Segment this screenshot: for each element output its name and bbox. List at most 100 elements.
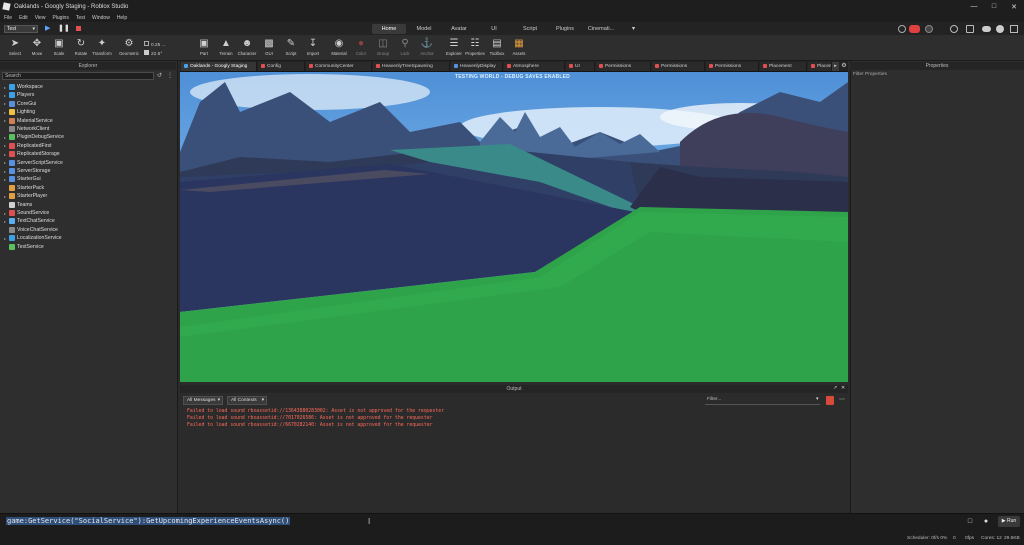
explorer-item-starterpack[interactable]: StarterPack bbox=[4, 184, 44, 192]
explorer-item-coregui[interactable]: ▸ CoreGui bbox=[4, 100, 36, 108]
record-icon[interactable] bbox=[909, 25, 920, 33]
tool-anchor-button[interactable]: ⚓ Anchor bbox=[416, 38, 438, 60]
menu-view[interactable]: View bbox=[35, 15, 46, 21]
explorer-item-voicechatservice[interactable]: VoiceChatService bbox=[4, 226, 58, 234]
tab-avatar[interactable]: Avatar bbox=[445, 24, 473, 34]
tool-explorer-button[interactable]: ☰ Explorer bbox=[443, 38, 465, 60]
explorer-menu-icon[interactable]: ⋮ bbox=[167, 72, 173, 79]
explorer-item-soundservice[interactable]: ▸ SoundService bbox=[4, 209, 49, 217]
tool-select-button[interactable]: ➤ Select bbox=[4, 38, 26, 60]
explorer-search-input[interactable]: Search bbox=[2, 72, 154, 80]
doc-tab[interactable]: Placement bbox=[760, 62, 807, 71]
explorer-item-players[interactable]: ▸ Players bbox=[4, 91, 34, 99]
tool-color-button[interactable]: ● Color bbox=[350, 38, 372, 60]
close-icon[interactable]: ✕ bbox=[1004, 0, 1024, 13]
tab-cinematic[interactable]: Cinemati... bbox=[585, 24, 617, 34]
maximize-icon[interactable]: □ bbox=[984, 0, 1004, 13]
tabs-overflow-icon[interactable]: ▸ bbox=[832, 62, 839, 71]
explorer-item-localizationservice[interactable]: ▸ LocalizationService bbox=[4, 234, 62, 242]
properties-filter-input[interactable]: Filter Properties bbox=[853, 72, 887, 77]
menu-window[interactable]: Window bbox=[92, 15, 110, 21]
contexts-filter-dropdown[interactable]: All Contexts ▾ bbox=[227, 396, 267, 405]
menu-plugins[interactable]: Plugins bbox=[52, 15, 68, 21]
doc-tab[interactable]: Oaklands - Googly Staging bbox=[181, 62, 257, 71]
tool-part-button[interactable]: ▣ Part bbox=[193, 38, 215, 60]
tool-terrain-button[interactable]: ▲ Terrain bbox=[215, 38, 237, 60]
explorer-item-networkclient[interactable]: NetworkClient bbox=[4, 125, 49, 133]
filter-dropdown-icon[interactable]: ▾ bbox=[816, 396, 819, 402]
tool-rotate-button[interactable]: ↻ Rotate bbox=[70, 38, 92, 60]
tool-group-button[interactable]: ◫ Group bbox=[372, 38, 394, 60]
explorer-item-materialservice[interactable]: ▸ MaterialService bbox=[4, 117, 53, 125]
menu-file[interactable]: File bbox=[4, 15, 12, 21]
output-menu-icon[interactable]: ⋯ bbox=[839, 396, 845, 403]
tab-ui[interactable]: UI bbox=[484, 24, 504, 34]
profile-icon[interactable] bbox=[996, 25, 1004, 33]
explorer-item-plugindebugservice[interactable]: ▸ PluginDebugService bbox=[4, 133, 64, 141]
tab-home[interactable]: Home bbox=[372, 24, 406, 34]
doc-tab[interactable]: HeavenlyTreeSpawning bbox=[373, 62, 450, 71]
explorer-item-serverscriptservice[interactable]: ▸ ServerScriptService bbox=[4, 159, 63, 167]
tab-model[interactable]: Model bbox=[410, 24, 438, 34]
tool-move-button[interactable]: ✥ Move bbox=[26, 38, 48, 60]
messages-filter-dropdown[interactable]: All Messages ▾ bbox=[183, 396, 223, 405]
help-icon[interactable] bbox=[898, 25, 906, 33]
menu-edit[interactable]: Edit bbox=[19, 15, 28, 21]
tab-plugins[interactable]: Plugins bbox=[550, 24, 580, 34]
clear-output-icon[interactable] bbox=[826, 396, 834, 405]
bookmark-icon[interactable]: □ bbox=[964, 516, 976, 527]
snap-rotate[interactable]: 22.5° bbox=[144, 50, 162, 57]
menu-test[interactable]: Test bbox=[76, 15, 85, 21]
notifications-icon[interactable] bbox=[1010, 25, 1018, 33]
tool-properties-button[interactable]: ☷ Properties bbox=[464, 38, 486, 60]
tool-character-button[interactable]: ☻ Character bbox=[236, 38, 258, 60]
doc-tab[interactable]: Permissions bbox=[706, 62, 759, 71]
doc-tab[interactable]: Permissions bbox=[596, 62, 651, 71]
explorer-item-lighting[interactable]: ▸ Lighting bbox=[4, 108, 35, 116]
globe-icon[interactable] bbox=[950, 25, 958, 33]
share-icon[interactable] bbox=[966, 25, 974, 33]
explorer-item-replicatedfirst[interactable]: ▸ ReplicatedFirst bbox=[4, 142, 52, 150]
explorer-item-testservice[interactable]: TestService bbox=[4, 243, 44, 251]
explorer-item-startergui[interactable]: ▸ StarterGui bbox=[4, 175, 41, 183]
tool-assets-button[interactable]: ▦ Assets bbox=[508, 38, 530, 60]
run-button[interactable]: ▶ Run bbox=[998, 516, 1020, 527]
tab-script[interactable]: Script bbox=[516, 24, 544, 34]
3d-viewport[interactable] bbox=[180, 72, 848, 382]
doc-tab[interactable]: Config bbox=[258, 62, 305, 71]
output-filter-input[interactable]: Filter... bbox=[705, 396, 820, 405]
tool-lock-button[interactable]: ⚲ Lock bbox=[394, 38, 416, 60]
doc-tab[interactable]: CommunityCenter bbox=[306, 62, 372, 71]
history-icon[interactable]: ↺ bbox=[157, 72, 162, 79]
command-input[interactable]: game:GetService("SocialService"):GetUpco… bbox=[6, 517, 291, 525]
doc-tab[interactable]: UI bbox=[566, 62, 595, 71]
tool-transform-button[interactable]: ✦ Transform bbox=[91, 38, 113, 60]
output-close-icon[interactable]: ✕ bbox=[841, 385, 845, 391]
tool-gui-button[interactable]: ▩ GUI bbox=[258, 38, 280, 60]
tool-toolbox-button[interactable]: ▤ Toolbox bbox=[486, 38, 508, 60]
doc-tab[interactable]: HeavenlyDisplay bbox=[451, 62, 503, 71]
tool-import-button[interactable]: ↧ Import bbox=[302, 38, 324, 60]
more-tabs-icon[interactable]: ▾ bbox=[632, 25, 635, 32]
output-popout-icon[interactable]: ↗ bbox=[833, 385, 837, 391]
explorer-item-serverstorage[interactable]: ▸ ServerStorage bbox=[4, 167, 50, 175]
explorer-item-starterplayer[interactable]: ▸ StarterPlayer bbox=[4, 192, 47, 200]
tool-geometric-button[interactable]: ⚙ Geometric bbox=[118, 38, 140, 60]
avatar[interactable] bbox=[925, 25, 933, 33]
cloud-icon[interactable] bbox=[982, 26, 991, 32]
explorer-item-replicatedstorage[interactable]: ▸ ReplicatedStorage bbox=[4, 150, 60, 158]
explorer-item-textchatservice[interactable]: ▸ TextChatService bbox=[4, 217, 55, 225]
tool-script-button[interactable]: ✎ Script bbox=[280, 38, 302, 60]
tool-scale-button[interactable]: ▣ Scale bbox=[48, 38, 70, 60]
mode-select[interactable]: Test ▾ bbox=[4, 25, 38, 33]
tool-material-button[interactable]: ◉ Material bbox=[328, 38, 350, 60]
tabs-settings-icon[interactable]: ⚙ bbox=[840, 62, 848, 71]
play-icon[interactable]: ▶ bbox=[45, 24, 50, 32]
doc-tab[interactable]: Permissions bbox=[652, 62, 705, 71]
pause-icon[interactable]: ❚❚ bbox=[58, 24, 70, 32]
robot-icon[interactable]: ● bbox=[980, 516, 992, 527]
explorer-item-workspace[interactable]: ▸ Workspace bbox=[4, 83, 43, 91]
explorer-item-teams[interactable]: Teams bbox=[4, 201, 32, 209]
menu-help[interactable]: Help bbox=[117, 15, 127, 21]
minimize-icon[interactable]: — bbox=[964, 0, 984, 13]
